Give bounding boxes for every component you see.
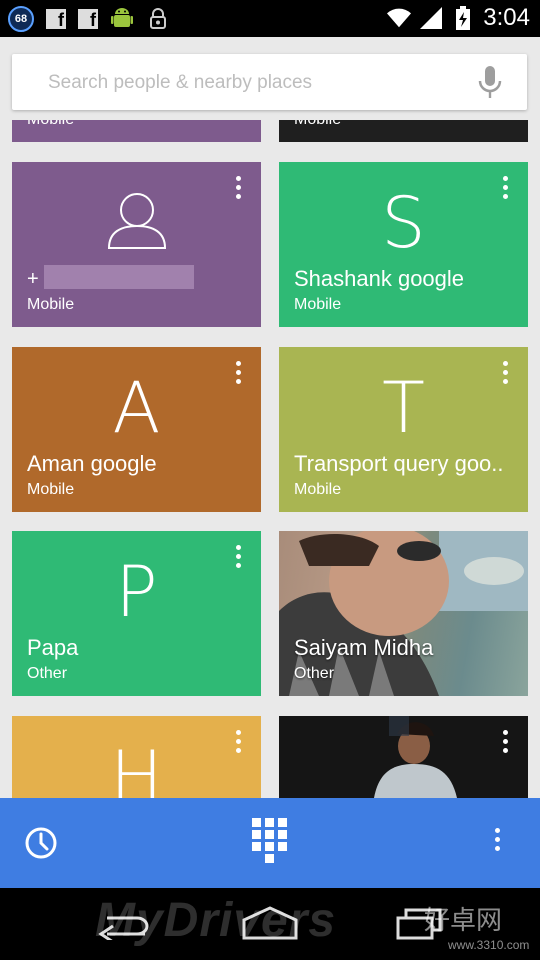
contact-name: Papa xyxy=(27,635,79,660)
contact-phone-type: Mobile xyxy=(27,481,75,498)
contact-name: Saiyam Midha xyxy=(294,635,434,660)
contact-tile[interactable]: H xyxy=(12,716,261,798)
status-bar: 68 f f 3:04 xyxy=(0,0,540,37)
contact-phone-type: Other xyxy=(27,665,68,682)
contact-name: Aman google xyxy=(27,451,157,476)
contact-initial: T xyxy=(382,367,425,449)
recent-clock-icon[interactable] xyxy=(24,826,58,860)
signal-icon xyxy=(419,6,443,30)
contact-tile[interactable] xyxy=(279,716,528,798)
overflow-menu-icon[interactable] xyxy=(233,176,243,206)
contact-phone-type: Mobile xyxy=(294,481,342,498)
dialpad-icon[interactable] xyxy=(252,818,288,866)
contact-initial: A xyxy=(112,367,161,449)
watermark-url: www.3310.com xyxy=(448,938,530,952)
contact-phone-type: Mobile xyxy=(27,296,75,313)
contact-initial: P xyxy=(115,551,158,633)
contact-tile[interactable]: S Shashank google Mobile xyxy=(279,162,528,327)
overflow-menu-icon[interactable] xyxy=(233,361,243,391)
wifi-icon xyxy=(387,6,412,30)
contact-tile-partial[interactable]: Mobile xyxy=(279,120,528,142)
contact-tile[interactable]: P Papa Other xyxy=(12,531,261,696)
overflow-menu-icon[interactable] xyxy=(492,828,502,860)
contact-tile[interactable]: Saiyam Midha Other xyxy=(279,531,528,696)
watermark: MyDrivers xyxy=(95,894,337,947)
contact-initial: H xyxy=(110,736,163,798)
contact-phone-type: Mobile xyxy=(294,120,341,129)
contact-name: Shashank google xyxy=(294,266,465,291)
notification-count-badge: 68 xyxy=(8,6,34,32)
lock-icon xyxy=(146,7,170,31)
search-bar[interactable] xyxy=(12,54,527,112)
person-placeholder-icon xyxy=(107,192,167,255)
overflow-menu-icon[interactable] xyxy=(500,730,510,760)
android-icon xyxy=(110,7,134,31)
facebook-icon: f xyxy=(78,9,98,29)
contact-photo xyxy=(279,716,528,798)
contact-phone-type: Mobile xyxy=(294,296,342,313)
battery-charging-icon xyxy=(451,6,475,30)
contact-name: + xyxy=(27,268,39,290)
clock: 3:04 xyxy=(483,4,530,31)
overflow-menu-icon[interactable] xyxy=(500,361,510,391)
contact-initial: S xyxy=(381,182,426,264)
contact-tile[interactable]: + Mobile xyxy=(12,162,261,327)
contact-name: Transport query goo.. xyxy=(294,451,504,476)
facebook-icon: f xyxy=(46,9,66,29)
redacted-number xyxy=(44,265,194,289)
overflow-menu-icon[interactable] xyxy=(233,730,243,760)
contact-tile-partial[interactable]: Mobile xyxy=(12,120,261,142)
bottom-action-bar xyxy=(0,798,540,888)
search-input[interactable] xyxy=(46,54,450,112)
contact-tile[interactable]: A Aman google Mobile xyxy=(12,347,261,512)
microphone-icon[interactable] xyxy=(475,66,505,100)
watermark-site: 好卓网 xyxy=(424,905,503,935)
contact-phone-type: Other xyxy=(294,665,335,682)
contact-tile[interactable]: T Transport query goo.. Mobile xyxy=(279,347,528,512)
overflow-menu-icon[interactable] xyxy=(500,176,510,206)
contact-phone-type: Mobile xyxy=(27,120,74,129)
overflow-menu-icon[interactable] xyxy=(233,545,243,575)
